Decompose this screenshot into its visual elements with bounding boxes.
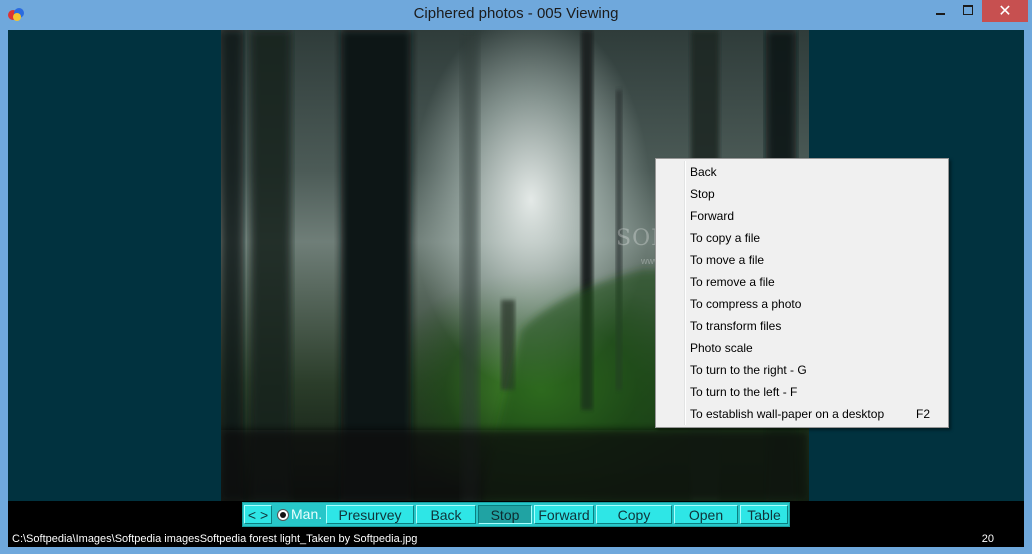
menu-item-turn-right[interactable]: To turn to the right - G: [690, 359, 944, 381]
menu-item-back[interactable]: Back: [690, 161, 944, 183]
menu-item-label: To copy a file: [690, 231, 761, 245]
menu-item-transform-files[interactable]: To transform files: [690, 315, 944, 337]
forward-button[interactable]: Forward: [534, 505, 594, 524]
navigation-toolbar: < > Man. Presurvey Back Stop Forward Cop…: [242, 502, 790, 527]
control-strip: < > Man. Presurvey Back Stop Forward Cop…: [8, 501, 1024, 547]
menu-item-copy-file[interactable]: To copy a file: [690, 227, 944, 249]
menu-item-label: To establish wall-paper on a desktop: [690, 407, 885, 421]
menu-item-remove-file[interactable]: To remove a file: [690, 271, 944, 293]
back-button[interactable]: Back: [416, 505, 476, 524]
nav-arrows-button[interactable]: < >: [244, 505, 272, 524]
menu-item-label: To turn to the right - G: [690, 363, 807, 377]
menu-item-label: To compress a photo: [690, 297, 802, 311]
menu-item-shortcut: F2: [915, 407, 930, 421]
menu-item-label: To transform files: [690, 319, 782, 333]
photo-count-status: 20: [981, 533, 994, 545]
menu-item-label: Photo scale: [690, 341, 753, 355]
table-button[interactable]: Table: [740, 505, 788, 524]
menu-gutter-divider: [684, 161, 686, 425]
menu-item-forward[interactable]: Forward: [690, 205, 944, 227]
menu-item-label: To turn to the left - F: [690, 385, 798, 399]
manual-mode-label: Man.: [291, 506, 323, 522]
window-title: Ciphered photos - 005 Viewing: [413, 5, 619, 22]
menu-item-stop[interactable]: Stop: [690, 183, 944, 205]
minimize-button[interactable]: [926, 0, 954, 22]
menu-item-compress-photo[interactable]: To compress a photo: [690, 293, 944, 315]
menu-item-turn-left[interactable]: To turn to the left - F: [690, 381, 944, 403]
open-button[interactable]: Open: [674, 505, 738, 524]
close-icon: ✕: [998, 1, 1012, 20]
maximize-button[interactable]: [954, 0, 982, 22]
file-path-status: C:\Softpedia\Images\Softpedia imagesSoft…: [12, 533, 418, 545]
menu-item-photo-scale[interactable]: Photo scale: [690, 337, 944, 359]
menu-item-label: To move a file: [690, 253, 765, 267]
stop-button[interactable]: Stop: [478, 505, 532, 524]
manual-mode-radio[interactable]: [277, 509, 289, 521]
menu-item-set-wallpaper[interactable]: To establish wall-paper on a desktop F2: [690, 403, 944, 425]
menu-item-label: To remove a file: [690, 275, 775, 289]
close-button[interactable]: ✕: [982, 0, 1028, 22]
title-bar: Ciphered photos - 005 Viewing ✕: [0, 0, 1032, 30]
menu-item-move-file[interactable]: To move a file: [690, 249, 944, 271]
copy-button[interactable]: Copy: [596, 505, 672, 524]
menu-item-label: Stop: [690, 187, 715, 201]
context-menu: Back Stop Forward To copy a file To move…: [655, 158, 949, 428]
presurvey-button[interactable]: Presurvey: [326, 505, 414, 524]
menu-item-label: Back: [690, 165, 717, 179]
menu-item-label: Forward: [690, 209, 735, 223]
